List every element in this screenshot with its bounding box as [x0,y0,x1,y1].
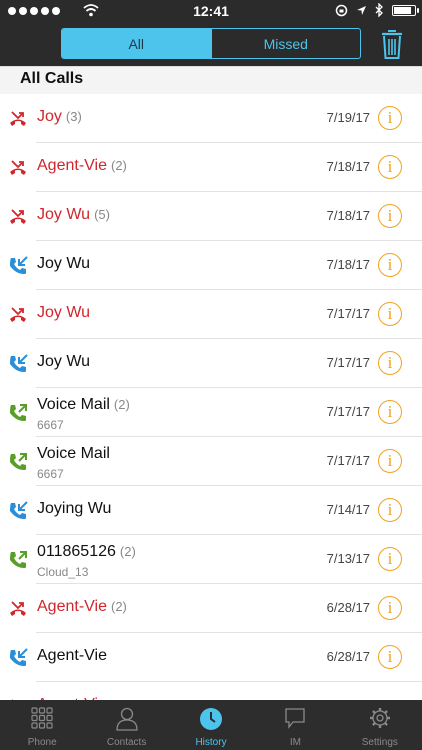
call-subtitle: 6667 [37,467,64,481]
rotation-lock-icon [335,4,348,16]
call-filter-segmented-control: All Missed [61,28,361,59]
call-row[interactable]: Agent-Vie 6/28/17 i [0,633,422,682]
info-icon[interactable]: i [378,400,402,424]
call-subtitle: Cloud_13 [37,565,89,579]
call-row[interactable]: Agent-Vie [0,682,422,700]
call-contact-name: Joying Wu [37,500,112,517]
call-subtitle: 6667 [37,418,64,432]
section-title: All Calls [20,70,84,87]
call-contact-name: Agent-Vie (2) [37,157,127,174]
tab-bar: Phone Contacts History IM Settings [0,700,422,750]
call-count: (5) [94,207,110,222]
call-history-list: Joy (3) 7/19/17 i Agent-Vie (2) 7/18/17 i Joy Wu… [0,94,422,700]
missed-call-icon [7,206,29,228]
call-date: 7/17/17 [326,355,370,370]
call-date: 7/17/17 [326,404,370,419]
status-bar: 12:41 [0,0,422,22]
tab-history[interactable]: History [169,700,253,750]
incoming-call-icon [7,500,29,522]
info-icon[interactable]: i [378,498,402,522]
call-contact-name: 011865126 (2) [37,543,136,560]
call-contact-name: Agent-Vie [37,647,107,664]
call-row[interactable]: Joy Wu (5) 7/18/17 i [0,192,422,241]
info-icon[interactable]: i [378,351,402,375]
call-contact-name: Joy Wu [37,304,91,321]
missed-call-icon [7,304,29,326]
call-row[interactable]: 011865126 (2) Cloud_13 7/13/17 i [0,535,422,584]
call-contact-name: Joy Wu [37,353,91,370]
trash-icon[interactable] [380,28,404,60]
call-row[interactable]: Voice Mail (2) 6667 7/17/17 i [0,388,422,437]
section-header: All Calls [0,66,422,94]
call-date: 7/17/17 [326,453,370,468]
call-count: (2) [113,397,130,412]
missed-call-icon [7,108,29,130]
tab-im[interactable]: IM [253,700,337,750]
call-date: 7/19/17 [326,110,370,125]
call-date: 6/28/17 [326,649,370,664]
call-row[interactable]: Joy Wu 7/18/17 i [0,241,422,290]
info-icon[interactable]: i [378,449,402,473]
call-contact-name: Joy Wu [37,255,91,272]
tab-label: Settings [361,737,398,748]
call-contact-name: Joy Wu (5) [37,206,110,223]
call-row[interactable]: Joy (3) 7/19/17 i [0,94,422,143]
location-icon [357,5,366,15]
info-icon[interactable]: i [378,106,402,130]
call-row[interactable]: Voice Mail 6667 7/17/17 i [0,437,422,486]
call-contact-name: Voice Mail [37,445,110,462]
info-icon[interactable]: i [378,253,402,277]
outgoing-call-icon [7,549,29,571]
call-contact-name: Joy (3) [37,108,82,125]
incoming-call-icon [7,647,29,669]
call-contact-name: Agent-Vie (2) [37,598,127,615]
tab-label: IM [289,737,301,748]
call-contact-name: Voice Mail (2) [37,396,130,413]
call-date: 7/14/17 [326,502,370,517]
call-row[interactable]: Joying Wu 7/14/17 i [0,486,422,535]
tab-label: History [195,737,227,748]
info-icon[interactable]: i [378,547,402,571]
call-date: 7/18/17 [326,159,370,174]
call-count: (3) [65,109,82,124]
info-icon[interactable]: i [378,302,402,326]
bluetooth-icon [375,3,383,17]
call-date: 7/17/17 [326,306,370,321]
call-count: (2) [110,599,127,614]
tab-label: Phone [27,737,57,748]
outgoing-call-icon [7,402,29,424]
outgoing-call-icon [7,451,29,473]
tab-missed[interactable]: Missed [210,29,361,58]
call-count: (2) [110,158,127,173]
incoming-call-icon [7,353,29,375]
missed-call-icon [7,157,29,179]
info-icon[interactable]: i [378,204,402,228]
info-icon[interactable]: i [378,155,402,179]
tab-settings[interactable]: Settings [338,700,422,750]
call-row[interactable]: Agent-Vie (2) 6/28/17 i [0,584,422,633]
tab-label: Contacts [106,737,147,748]
missed-call-icon [7,598,29,620]
call-row[interactable]: Agent-Vie (2) 7/18/17 i [0,143,422,192]
incoming-call-icon [7,255,29,277]
battery-icon [392,4,419,16]
info-icon[interactable]: i [378,596,402,620]
call-date: 7/18/17 [326,208,370,223]
info-icon[interactable]: i [378,645,402,669]
call-date: 7/18/17 [326,257,370,272]
call-row[interactable]: Joy Wu 7/17/17 i [0,339,422,388]
call-date: 6/28/17 [326,600,370,615]
top-bar: 12:41 All Missed All Calls [0,0,422,94]
call-count: (2) [119,544,136,559]
tab-all[interactable]: All [62,29,211,58]
call-row[interactable]: Joy Wu 7/17/17 i [0,290,422,339]
call-date: 7/13/17 [326,551,370,566]
tab-contacts[interactable]: Contacts [84,700,168,750]
tab-phone[interactable]: Phone [0,700,84,750]
